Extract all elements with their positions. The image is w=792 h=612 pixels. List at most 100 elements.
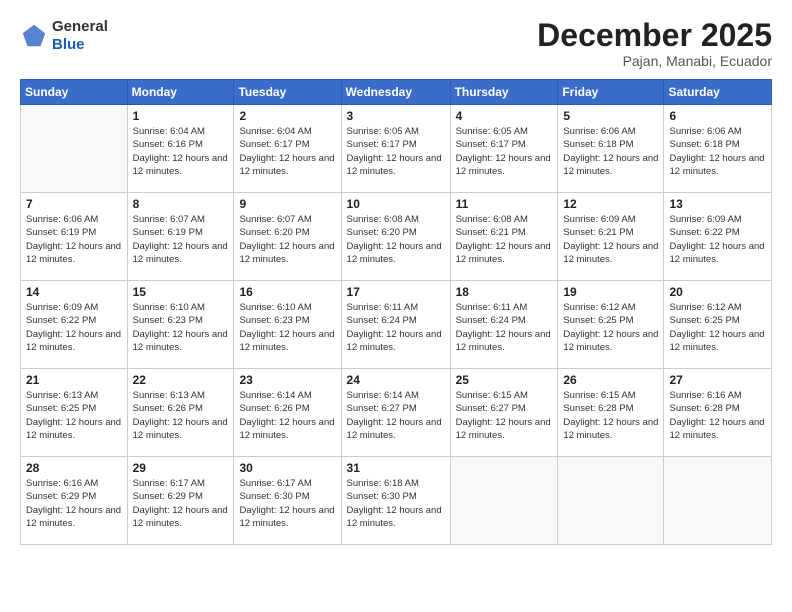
day-info: Sunrise: 6:12 AMSunset: 6:25 PMDaylight:… [563, 302, 658, 353]
day-cell: 4 Sunrise: 6:05 AMSunset: 6:17 PMDaylight… [450, 105, 558, 193]
day-cell: 20 Sunrise: 6:12 AMSunset: 6:25 PMDayligh… [664, 281, 772, 369]
day-number: 31 [347, 461, 445, 475]
week-row-1: 7 Sunrise: 6:06 AMSunset: 6:19 PMDaylight… [21, 193, 772, 281]
month-title: December 2025 [537, 18, 772, 53]
day-number: 8 [133, 197, 229, 211]
page: General Blue December 2025 Pajan, Manabi… [0, 0, 792, 612]
day-number: 3 [347, 109, 445, 123]
day-info: Sunrise: 6:05 AMSunset: 6:17 PMDaylight:… [456, 126, 551, 177]
day-info: Sunrise: 6:17 AMSunset: 6:30 PMDaylight:… [239, 478, 334, 529]
day-cell [21, 105, 128, 193]
logo: General Blue [20, 18, 108, 54]
header: General Blue December 2025 Pajan, Manabi… [20, 18, 772, 69]
day-number: 30 [239, 461, 335, 475]
day-info: Sunrise: 6:15 AMSunset: 6:28 PMDaylight:… [563, 390, 658, 441]
day-cell [450, 457, 558, 545]
day-cell: 7 Sunrise: 6:06 AMSunset: 6:19 PMDaylight… [21, 193, 128, 281]
day-number: 20 [669, 285, 766, 299]
day-cell: 23Sunrise: 6:14 AMSunset: 6:26 PMDayligh… [234, 369, 341, 457]
logo-icon [20, 22, 48, 50]
day-cell: 29 Sunrise: 6:17 AMSunset: 6:29 PMDayligh… [127, 457, 234, 545]
day-number: 7 [26, 197, 122, 211]
week-row-2: 14 Sunrise: 6:09 AMSunset: 6:22 PMDayligh… [21, 281, 772, 369]
day-cell: 3Sunrise: 6:05 AMSunset: 6:17 PMDaylight… [341, 105, 450, 193]
col-tuesday: Tuesday [234, 80, 341, 105]
day-info: Sunrise: 6:14 AMSunset: 6:26 PMDaylight:… [239, 390, 334, 441]
week-row-4: 28 Sunrise: 6:16 AMSunset: 6:29 PMDayligh… [21, 457, 772, 545]
day-cell [558, 457, 664, 545]
week-row-0: 1 Sunrise: 6:04 AMSunset: 6:16 PMDaylight… [21, 105, 772, 193]
day-info: Sunrise: 6:16 AMSunset: 6:29 PMDaylight:… [26, 478, 121, 529]
day-number: 24 [347, 373, 445, 387]
day-number: 19 [563, 285, 658, 299]
day-info: Sunrise: 6:06 AMSunset: 6:18 PMDaylight:… [563, 126, 658, 177]
day-cell: 28 Sunrise: 6:16 AMSunset: 6:29 PMDayligh… [21, 457, 128, 545]
day-number: 18 [456, 285, 553, 299]
day-number: 13 [669, 197, 766, 211]
day-number: 25 [456, 373, 553, 387]
day-cell: 8Sunrise: 6:07 AMSunset: 6:19 PMDaylight… [127, 193, 234, 281]
day-info: Sunrise: 6:09 AMSunset: 6:22 PMDaylight:… [26, 302, 121, 353]
day-info: Sunrise: 6:16 AMSunset: 6:28 PMDaylight:… [669, 390, 764, 441]
day-info: Sunrise: 6:17 AMSunset: 6:29 PMDaylight:… [133, 478, 228, 529]
day-number: 26 [563, 373, 658, 387]
logo-general: General [52, 18, 108, 36]
day-info: Sunrise: 6:09 AMSunset: 6:21 PMDaylight:… [563, 214, 658, 265]
day-cell: 13Sunrise: 6:09 AMSunset: 6:22 PMDayligh… [664, 193, 772, 281]
day-cell: 24 Sunrise: 6:14 AMSunset: 6:27 PMDayligh… [341, 369, 450, 457]
day-number: 16 [239, 285, 335, 299]
day-cell: 2Sunrise: 6:04 AMSunset: 6:17 PMDaylight… [234, 105, 341, 193]
day-cell: 16 Sunrise: 6:10 AMSunset: 6:23 PMDayligh… [234, 281, 341, 369]
day-number: 15 [133, 285, 229, 299]
day-cell: 21Sunrise: 6:13 AMSunset: 6:25 PMDayligh… [21, 369, 128, 457]
day-info: Sunrise: 6:13 AMSunset: 6:26 PMDaylight:… [133, 390, 228, 441]
day-cell: 9 Sunrise: 6:07 AMSunset: 6:20 PMDaylight… [234, 193, 341, 281]
day-info: Sunrise: 6:10 AMSunset: 6:23 PMDaylight:… [239, 302, 334, 353]
day-number: 1 [133, 109, 229, 123]
day-number: 17 [347, 285, 445, 299]
day-info: Sunrise: 6:06 AMSunset: 6:19 PMDaylight:… [26, 214, 121, 265]
day-info: Sunrise: 6:12 AMSunset: 6:25 PMDaylight:… [669, 302, 764, 353]
day-number: 21 [26, 373, 122, 387]
day-info: Sunrise: 6:06 AMSunset: 6:18 PMDaylight:… [669, 126, 764, 177]
day-number: 28 [26, 461, 122, 475]
day-number: 14 [26, 285, 122, 299]
col-sunday: Sunday [21, 80, 128, 105]
calendar-header: Sunday Monday Tuesday Wednesday Thursday… [21, 80, 772, 105]
day-info: Sunrise: 6:15 AMSunset: 6:27 PMDaylight:… [456, 390, 551, 441]
day-cell: 15 Sunrise: 6:10 AMSunset: 6:23 PMDayligh… [127, 281, 234, 369]
day-number: 10 [347, 197, 445, 211]
header-row: Sunday Monday Tuesday Wednesday Thursday… [21, 80, 772, 105]
day-cell: 11Sunrise: 6:08 AMSunset: 6:21 PMDayligh… [450, 193, 558, 281]
day-info: Sunrise: 6:14 AMSunset: 6:27 PMDaylight:… [347, 390, 442, 441]
col-monday: Monday [127, 80, 234, 105]
day-cell: 10Sunrise: 6:08 AMSunset: 6:20 PMDayligh… [341, 193, 450, 281]
day-info: Sunrise: 6:10 AMSunset: 6:23 PMDaylight:… [133, 302, 228, 353]
day-cell: 22 Sunrise: 6:13 AMSunset: 6:26 PMDayligh… [127, 369, 234, 457]
day-cell: 6Sunrise: 6:06 AMSunset: 6:18 PMDaylight… [664, 105, 772, 193]
day-info: Sunrise: 6:07 AMSunset: 6:20 PMDaylight:… [239, 214, 334, 265]
day-number: 27 [669, 373, 766, 387]
title-area: December 2025 Pajan, Manabi, Ecuador [537, 18, 772, 69]
day-number: 4 [456, 109, 553, 123]
logo-blue: Blue [52, 36, 108, 54]
day-cell: 27 Sunrise: 6:16 AMSunset: 6:28 PMDayligh… [664, 369, 772, 457]
day-info: Sunrise: 6:04 AMSunset: 6:16 PMDaylight:… [133, 126, 228, 177]
day-number: 12 [563, 197, 658, 211]
col-wednesday: Wednesday [341, 80, 450, 105]
day-cell: 30 Sunrise: 6:17 AMSunset: 6:30 PMDayligh… [234, 457, 341, 545]
calendar-body: 1 Sunrise: 6:04 AMSunset: 6:16 PMDaylight… [21, 105, 772, 545]
day-number: 29 [133, 461, 229, 475]
day-cell: 17Sunrise: 6:11 AMSunset: 6:24 PMDayligh… [341, 281, 450, 369]
day-number: 9 [239, 197, 335, 211]
day-number: 22 [133, 373, 229, 387]
day-number: 5 [563, 109, 658, 123]
day-cell: 26 Sunrise: 6:15 AMSunset: 6:28 PMDayligh… [558, 369, 664, 457]
day-number: 2 [239, 109, 335, 123]
day-info: Sunrise: 6:08 AMSunset: 6:21 PMDaylight:… [456, 214, 551, 265]
day-cell: 5 Sunrise: 6:06 AMSunset: 6:18 PMDaylight… [558, 105, 664, 193]
col-thursday: Thursday [450, 80, 558, 105]
day-cell: 14 Sunrise: 6:09 AMSunset: 6:22 PMDayligh… [21, 281, 128, 369]
day-info: Sunrise: 6:11 AMSunset: 6:24 PMDaylight:… [456, 302, 551, 353]
day-cell: 12 Sunrise: 6:09 AMSunset: 6:21 PMDayligh… [558, 193, 664, 281]
